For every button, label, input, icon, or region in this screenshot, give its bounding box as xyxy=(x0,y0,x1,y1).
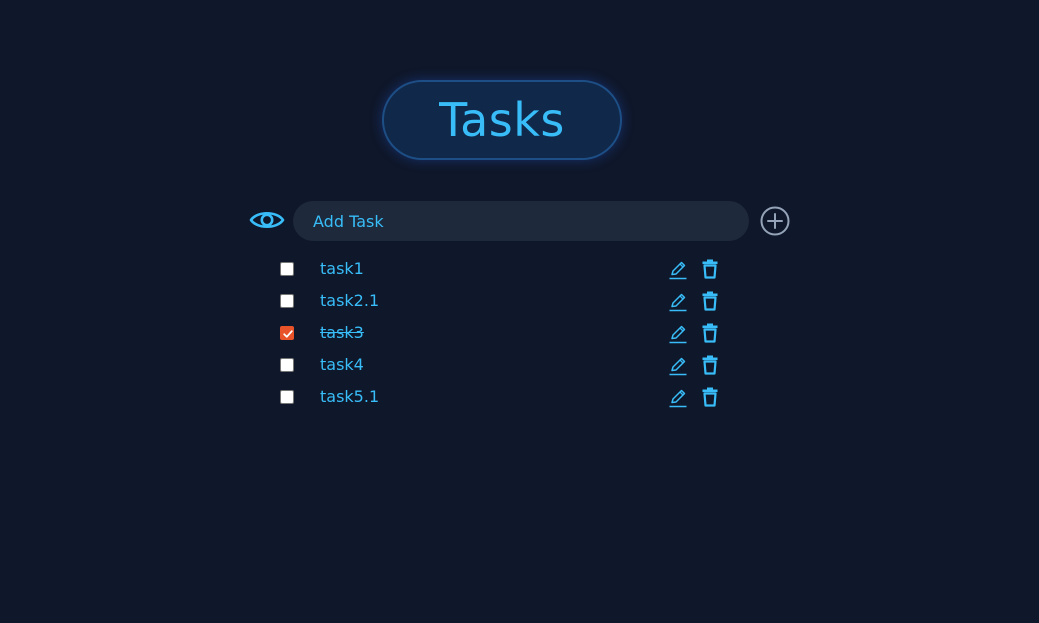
add-task-bar xyxy=(248,200,793,242)
title-badge: Tasks xyxy=(382,80,622,160)
task-label: task4 xyxy=(320,355,364,374)
task-item: task3 xyxy=(278,317,723,349)
trash-icon[interactable] xyxy=(701,323,719,343)
pencil-icon[interactable] xyxy=(668,323,688,345)
task-item: task4 xyxy=(278,349,723,381)
pencil-icon[interactable] xyxy=(668,291,688,313)
task-checkbox[interactable] xyxy=(280,390,294,404)
task-item: task2.1 xyxy=(278,285,723,317)
trash-icon[interactable] xyxy=(701,291,719,311)
trash-icon[interactable] xyxy=(701,387,719,407)
task-checkbox[interactable] xyxy=(280,358,294,372)
task-list: task1 task2.1 task3 task4 task5.1 xyxy=(278,253,723,413)
task-label: task3 xyxy=(320,323,364,342)
task-item: task5.1 xyxy=(278,381,723,413)
task-checkbox[interactable] xyxy=(280,262,294,276)
task-checkbox[interactable] xyxy=(280,326,294,340)
page-title: Tasks xyxy=(439,93,565,147)
trash-icon[interactable] xyxy=(701,355,719,375)
task-item: task1 xyxy=(278,253,723,285)
plus-circle-icon[interactable] xyxy=(759,205,791,237)
task-checkbox[interactable] xyxy=(280,294,294,308)
task-label: task1 xyxy=(320,259,364,278)
trash-icon[interactable] xyxy=(701,259,719,279)
task-label: task2.1 xyxy=(320,291,380,310)
pencil-icon[interactable] xyxy=(668,387,688,409)
eye-icon[interactable] xyxy=(248,204,286,236)
pencil-icon[interactable] xyxy=(668,259,688,281)
task-label: task5.1 xyxy=(320,387,380,406)
add-task-input[interactable] xyxy=(293,201,749,241)
tasks-page: Tasks task1 xyxy=(0,0,1039,623)
pencil-icon[interactable] xyxy=(668,355,688,377)
